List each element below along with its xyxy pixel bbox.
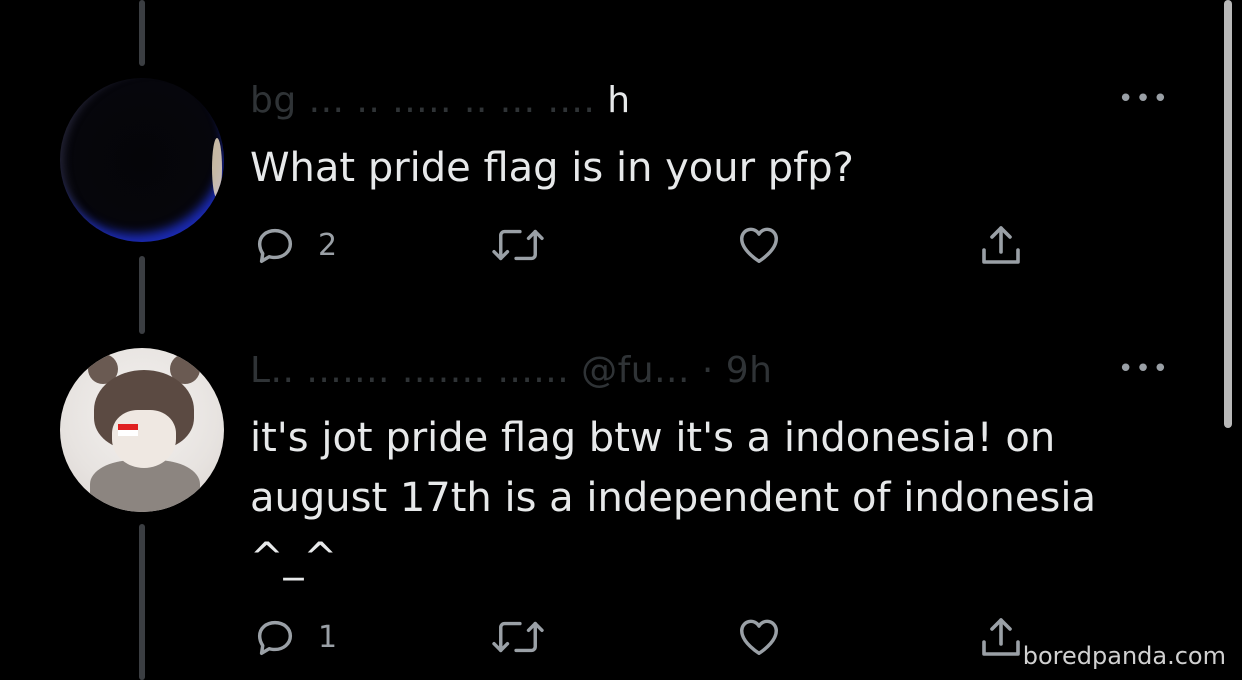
watermark: boredpanda.com	[1022, 642, 1226, 670]
share-icon	[982, 618, 1020, 656]
more-options-icon[interactable]: •••	[1118, 86, 1170, 112]
share-button[interactable]	[976, 222, 1026, 270]
reply-icon	[257, 620, 293, 656]
tweet-header[interactable]: L.. ....... ....... ...... @fu... · 9h	[250, 350, 772, 391]
retweet-icon	[492, 621, 544, 653]
thread-line	[139, 0, 145, 66]
blurred-username: bg ... .. ..... .. ... ....	[250, 80, 596, 121]
handle-and-time: @fu... · 9h	[581, 350, 773, 391]
reply-count: 2	[318, 227, 338, 263]
reply-icon	[257, 228, 293, 264]
blurred-username: L.. ....... ....... ......	[250, 350, 582, 391]
thread-line	[139, 524, 145, 680]
retweet-button[interactable]	[490, 222, 566, 268]
more-options-icon[interactable]: •••	[1118, 356, 1170, 382]
reply-count: 1	[318, 619, 338, 655]
reply-button[interactable]: 2	[252, 222, 337, 268]
retweet-button[interactable]	[490, 614, 566, 660]
avatar-face	[112, 410, 176, 468]
scrollbar[interactable]	[1224, 0, 1232, 428]
like-button[interactable]	[735, 222, 803, 268]
tweet-thread-screen: bg ... .. ..... .. ... .... h ••• What p…	[0, 0, 1242, 680]
thread-line	[139, 256, 145, 334]
reply-button[interactable]: 1	[252, 614, 337, 660]
tweet-text: What pride flag is in your pfp?	[250, 145, 854, 191]
username-partial: h	[607, 80, 631, 121]
tweet-text: it's jot pride flag btw it's a indonesia…	[250, 415, 1096, 581]
share-button[interactable]	[976, 614, 1026, 662]
heart-icon	[740, 227, 778, 264]
indonesia-flag-icon	[118, 424, 138, 436]
like-button[interactable]	[735, 614, 803, 660]
tweet-header[interactable]: bg ... .. ..... .. ... .... h	[250, 80, 631, 121]
share-icon	[982, 226, 1020, 264]
retweet-icon	[492, 229, 544, 261]
avatar-highlight	[212, 138, 222, 198]
heart-icon	[740, 619, 778, 656]
avatar[interactable]	[60, 78, 224, 242]
avatar[interactable]	[60, 348, 224, 512]
